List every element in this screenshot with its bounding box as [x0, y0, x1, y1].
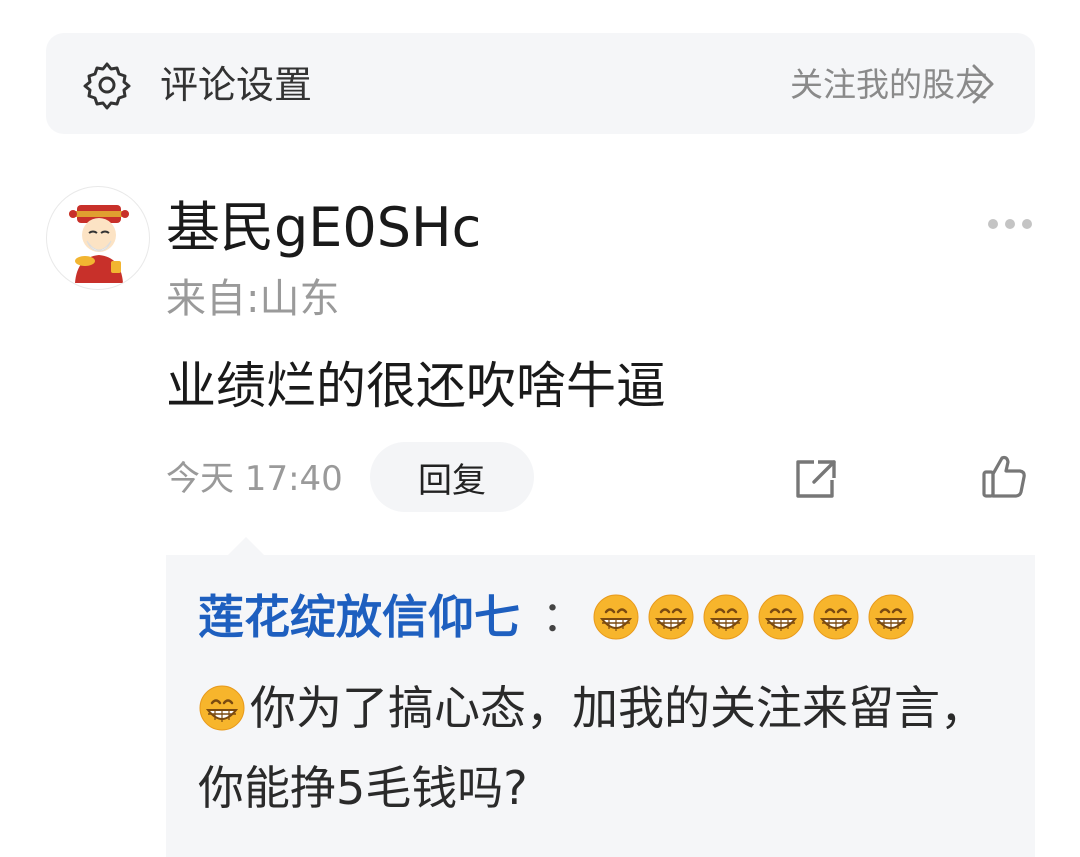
emoji-row — [592, 593, 922, 641]
avatar[interactable] — [46, 186, 150, 290]
follow-friends-link[interactable]: 关注我的股友 — [790, 60, 988, 110]
follow-friends-label: 关注我的股友 — [790, 65, 988, 104]
comment-time: 今天 17:40 — [166, 459, 343, 499]
grinning-emoji-icon — [647, 594, 702, 640]
grinning-emoji-icon — [702, 594, 757, 640]
comment-text: 业绩烂的很还吹啥牛逼 — [166, 357, 666, 415]
grinning-emoji-icon — [867, 594, 922, 640]
more-dots-icon[interactable] — [986, 216, 1034, 232]
share-icon[interactable] — [792, 456, 840, 502]
grinning-emoji-icon — [812, 594, 867, 640]
reply-colon: ： — [542, 592, 585, 641]
reply-button[interactable]: 回复 — [370, 442, 534, 512]
fortune-god-avatar — [69, 205, 129, 283]
chevron-right-icon[interactable] — [970, 62, 996, 106]
gear-icon[interactable] — [82, 60, 132, 110]
reply-text: 你为了搞心态，加我的关注来留言，你能挣5毛钱吗? — [198, 668, 998, 828]
thumbs-up-icon[interactable] — [980, 452, 1028, 500]
comment-username[interactable]: 基民gE0SHc — [166, 196, 481, 260]
grinning-emoji-icon — [757, 594, 812, 640]
reply-text-body: 你为了搞心态，加我的关注来留言，你能挣5毛钱吗? — [198, 681, 986, 815]
reply-username[interactable]: 莲花绽放信仰七 — [198, 585, 520, 649]
comment-location: 来自:山东 — [166, 276, 340, 322]
settings-title: 评论设置 — [160, 63, 313, 107]
grinning-emoji-icon — [198, 681, 250, 735]
grinning-emoji-icon — [592, 594, 647, 640]
reply-header: 莲花绽放信仰七 ： — [198, 585, 922, 649]
